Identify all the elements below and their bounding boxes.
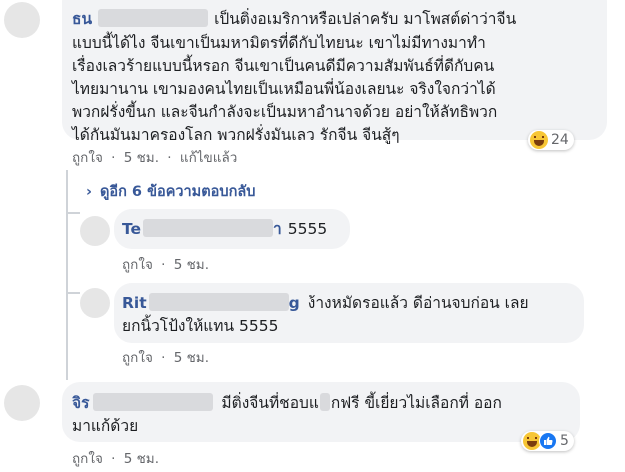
blurred-text: [319, 393, 330, 411]
comment-line: มาแก้ด้วย: [72, 417, 139, 435]
comment-line: แบบนี้ได้ไง จีนเขาเป็นมหามิตรที่ดีกับไทย…: [72, 34, 486, 52]
haha-reaction-icon: [530, 131, 548, 149]
comment-line: เรื่องเลวร้ายแบบนี้หรอก จีนเขาเป็นคนดีมี…: [72, 57, 495, 75]
reply-author-end[interactable]: า: [273, 220, 282, 238]
comment-line: พวกฝรั่งขี้นก และจีนกำลังจะเป็นมหาอำนาจด…: [72, 103, 498, 121]
separator: ·: [167, 150, 172, 166]
comment-text: มีติ่งจีนที่ชอบแ: [221, 394, 319, 412]
comment-line: จิร มีติ่งจีนที่ชอบแ กฟรี ขี้เยี่ยวไม่เลือ…: [72, 392, 502, 414]
comment-line: ไทยมานาน เขามองคนไทยเป็นเหมือนพี่น้องเลย…: [72, 80, 496, 98]
reply-author[interactable]: Rit: [122, 294, 147, 312]
reply-text: 5555: [287, 220, 328, 238]
avatar[interactable]: [80, 288, 110, 318]
reply-text: ง้างหมัดรอแล้ว ดีอ่านจบก่อน เลย: [307, 294, 529, 312]
reply-line: ยกนิ้วโป้งให้แทน 5555: [122, 317, 279, 335]
blurred-name: [143, 219, 274, 237]
like-button[interactable]: ถูกใจ: [72, 451, 103, 467]
comment-line: ธน เป็นติ่งอเมริกาหรือเปล่าครับ มาโพสต์ด่…: [72, 8, 516, 30]
reply-actions: ถูกใจ · 5 ชม.: [122, 253, 209, 275]
chevron-right-icon: ›: [86, 184, 92, 200]
comments-panel: ธน เป็นติ่งอเมริกาหรือเปล่าครับ มาโพสต์ด่…: [0, 0, 625, 472]
reply-actions: ถูกใจ · 5 ชม.: [122, 346, 209, 368]
separator: ·: [161, 350, 166, 366]
avatar[interactable]: [4, 2, 40, 38]
reply-line: Te า 5555: [122, 218, 327, 240]
timestamp[interactable]: 5 ชม.: [174, 257, 209, 273]
like-reaction-icon: [539, 432, 557, 450]
reaction-summary[interactable]: 5: [521, 431, 574, 451]
blurred-name: [98, 9, 209, 27]
timestamp[interactable]: 5 ชม.: [174, 350, 209, 366]
separator: ·: [161, 257, 166, 273]
avatar[interactable]: [80, 216, 110, 246]
comment-text: กฟรี ขี้เยี่ยวไม่เลือกที่ ออก: [330, 394, 502, 412]
reply-connector: [66, 292, 80, 294]
comment-author[interactable]: ธน: [72, 10, 92, 28]
comment-actions: ถูกใจ · 5 ชม. · แก้ไขแล้ว: [72, 146, 237, 168]
timestamp[interactable]: 5 ชม.: [124, 150, 159, 166]
comment-author[interactable]: จิร: [72, 394, 89, 412]
reaction-count: 24: [551, 132, 569, 148]
like-button[interactable]: ถูกใจ: [122, 350, 153, 366]
reply-author-end[interactable]: g: [289, 294, 300, 312]
reaction-summary[interactable]: 24: [528, 130, 574, 150]
avatar[interactable]: [4, 385, 40, 421]
reply-line: Rit g ง้างหมัดรอแล้ว ดีอ่านจบก่อน เลย: [122, 292, 529, 314]
blurred-name: [148, 293, 289, 311]
comment-actions: ถูกใจ · 5 ชม.: [72, 447, 159, 469]
reaction-count: 5: [560, 433, 569, 449]
reply-connector: [66, 212, 80, 214]
edited-label[interactable]: แก้ไขแล้ว: [180, 150, 237, 166]
reply-author[interactable]: Te: [122, 220, 141, 238]
timestamp[interactable]: 5 ชม.: [124, 451, 159, 467]
separator: ·: [111, 451, 116, 467]
like-button[interactable]: ถูกใจ: [72, 150, 103, 166]
like-button[interactable]: ถูกใจ: [122, 257, 153, 273]
separator: ·: [111, 150, 116, 166]
thread-line: [66, 170, 68, 380]
comment-line: ได้กันมันมาครองโลก พวกฝรั่งมันเลว รักจีน…: [72, 126, 400, 144]
view-more-replies-label: ดูอีก 6 ข้อความตอบกลับ: [99, 184, 256, 200]
comment-text: เป็นติ่งอเมริกาหรือเปล่าครับ มาโพสต์ด่าว…: [214, 10, 517, 28]
blurred-name: [93, 393, 214, 411]
view-more-replies-link[interactable]: › ดูอีก 6 ข้อความตอบกลับ: [86, 180, 255, 203]
